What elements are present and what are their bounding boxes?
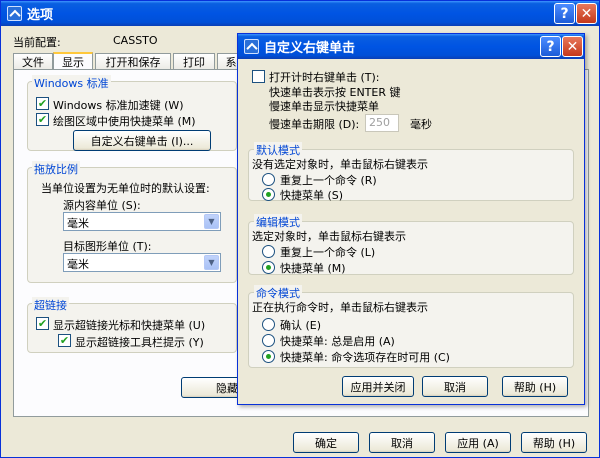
dialog-cancel-button[interactable]: 取消 [422, 376, 488, 397]
hidden-button[interactable]: 隐藏 [181, 377, 241, 398]
close-titlebar-button[interactable]: ✕ [576, 3, 597, 24]
target-units-combo[interactable]: 毫米 ▼ [63, 253, 221, 272]
options-title: 选项 [27, 8, 54, 23]
slow-period-unit: 毫秒 [410, 118, 432, 131]
edit-shortcut-label: 快捷菜单 (M) [280, 262, 346, 275]
apply-close-button[interactable]: 应用并关闭 [342, 376, 414, 397]
options-titlebar[interactable]: 选项 [1, 1, 599, 26]
help-icon: ? [560, 5, 569, 22]
hyperlink-cursor-checkbox[interactable]: ✔ [36, 317, 49, 330]
check-icon: ✔ [59, 334, 70, 347]
hyperlink-title: 超链接 [32, 297, 69, 313]
close-icon: ✕ [580, 5, 593, 22]
default-repeat-radio[interactable] [262, 173, 275, 186]
default-mode-desc: 没有选定对象时，单击鼠标右键表示 [252, 158, 428, 171]
hyperlink-toolbar-label: 显示超链接工具栏提示 (Y) [75, 336, 204, 349]
help-button[interactable]: 帮助 (H) [521, 432, 587, 453]
help-titlebar-button[interactable]: ? [554, 3, 575, 24]
app-icon [7, 6, 22, 21]
default-shortcut-radio[interactable] [262, 188, 275, 201]
timed-right-click-label: 打开计时右键单击 (T): [269, 71, 380, 84]
command-shortcut-always-label: 快捷菜单: 总是启用 (A) [280, 335, 395, 348]
check-icon: ✔ [37, 113, 48, 126]
command-shortcut-options-label: 快捷菜单: 命令选项存在时可用 (C) [280, 351, 450, 364]
slow-period-input[interactable]: 250 [365, 114, 399, 132]
default-shortcut-label: 快捷菜单 (S) [280, 189, 344, 202]
source-units-combo[interactable]: 毫米 ▼ [63, 212, 221, 231]
dialog-close-titlebar-button[interactable]: ✕ [562, 36, 583, 57]
dialog-help-titlebar-button[interactable]: ? [540, 36, 561, 57]
shortcut-menu-checkbox[interactable]: ✔ [36, 113, 49, 126]
custom-right-click-button[interactable]: 自定义右键单击 (I)... [73, 130, 211, 151]
command-shortcut-always-radio[interactable] [262, 334, 275, 347]
slow-click-desc: 慢速单击显示快捷菜单 [269, 100, 379, 113]
cancel-button[interactable]: 取消 [369, 432, 435, 453]
ok-button[interactable]: 确定 [293, 432, 359, 453]
help-icon: ? [546, 38, 555, 55]
drag-scale-title: 拖放比例 [32, 161, 80, 177]
hyperlink-cursor-label: 显示超链接光标和快捷菜单 (U) [53, 319, 206, 332]
source-units-label: 源内容单位 (S): [63, 199, 141, 212]
custom-right-click-dialog: 自定义右键单击 ? ✕ 打开计时右键单击 (T): 快速单击表示按 ENTER … [237, 33, 585, 405]
command-mode-desc: 正在执行命令时，单击鼠标右键表示 [252, 301, 428, 314]
close-icon: ✕ [566, 38, 579, 55]
dialog-title: 自定义右键单击 [264, 41, 356, 56]
command-confirm-label: 确认 (E) [280, 319, 322, 332]
apply-button[interactable]: 应用 (A) [445, 432, 511, 453]
dialog-titlebar[interactable]: 自定义右键单击 [238, 34, 584, 59]
dialog-help-button[interactable]: 帮助 (H) [502, 376, 568, 397]
accel-keys-checkbox[interactable]: ✔ [36, 97, 49, 110]
current-config-value: CASSTO [113, 34, 158, 47]
tab-print[interactable]: 打印 [173, 53, 215, 69]
command-confirm-radio[interactable] [262, 318, 275, 331]
chevron-down-icon[interactable]: ▼ [204, 255, 219, 270]
target-units-label: 目标图形单位 (T): [63, 240, 152, 253]
dialog-app-icon [244, 39, 259, 54]
check-icon: ✔ [37, 97, 48, 110]
shortcut-menu-label: 绘图区域中使用快捷菜单 (M) [53, 115, 196, 128]
command-shortcut-options-radio[interactable] [262, 350, 275, 363]
chevron-down-icon[interactable]: ▼ [204, 214, 219, 229]
default-repeat-label: 重复上一个命令 (R) [280, 174, 377, 187]
edit-mode-desc: 选定对象时，单击鼠标右键表示 [252, 230, 406, 243]
current-config-label: 当前配置: [13, 36, 61, 49]
edit-shortcut-radio[interactable] [262, 261, 275, 274]
slow-period-label: 慢速单击期限 (D): [269, 118, 360, 131]
tab-display[interactable]: 显示 [53, 52, 93, 70]
unitless-desc: 当单位设置为无单位时的默认设置: [41, 182, 210, 195]
timed-right-click-checkbox[interactable] [252, 70, 265, 83]
windows-standard-title: Windows 标准 [32, 75, 111, 91]
check-icon: ✔ [37, 317, 48, 330]
accel-keys-label: Windows 标准加速键 (W) [53, 99, 184, 112]
hyperlink-toolbar-checkbox[interactable]: ✔ [58, 334, 71, 347]
edit-repeat-radio[interactable] [262, 245, 275, 258]
edit-repeat-label: 重复上一个命令 (L) [280, 246, 376, 259]
tab-files[interactable]: 文件 [13, 53, 53, 69]
tab-open-save[interactable]: 打开和保存 [95, 53, 171, 69]
